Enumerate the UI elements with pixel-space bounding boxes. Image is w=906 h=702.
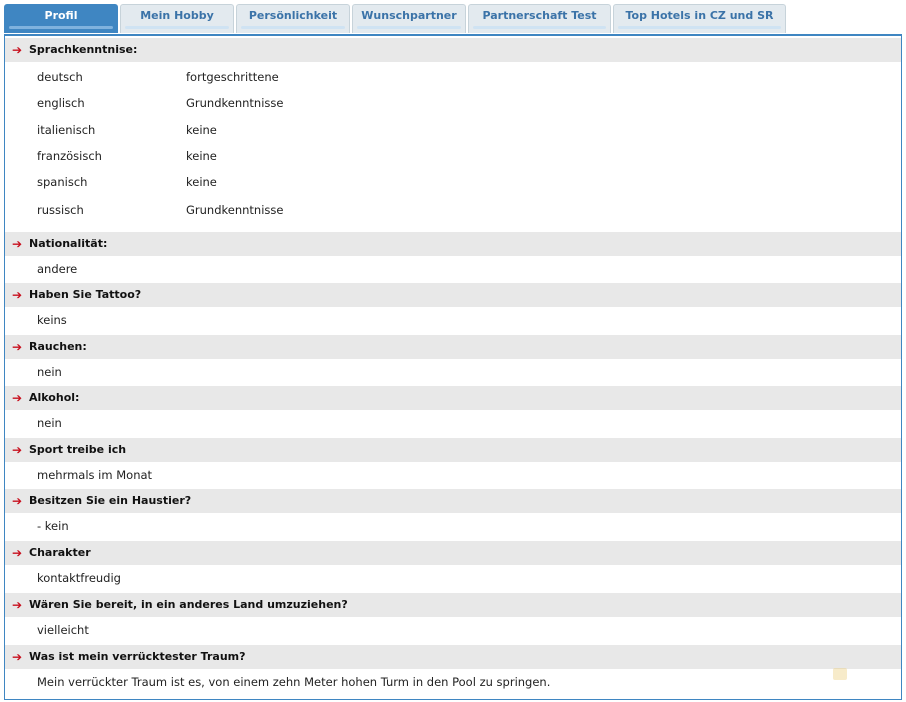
section-answer: Mein verrückter Traum ist es, von einem … <box>37 675 551 689</box>
language-level: keine <box>186 175 217 189</box>
section-answer: andere <box>37 262 78 276</box>
section-title: Sprachkenntnise: <box>29 43 138 56</box>
language-row: russisch Grundkenntnisse <box>5 197 901 224</box>
section-title: Besitzen Sie ein Haustier? <box>29 494 192 507</box>
language-name: englisch <box>37 96 85 110</box>
section-title: Charakter <box>29 546 91 559</box>
language-level: Grundkenntnisse <box>186 203 284 217</box>
section-answer: mehrmals im Monat <box>37 468 153 482</box>
section-header-nationalitaet: ➔ Nationalität: <box>5 232 901 256</box>
section-title: Rauchen: <box>29 340 87 353</box>
language-name: deutsch <box>37 70 83 84</box>
language-level: fortgeschrittene <box>186 70 279 84</box>
section-header-alkohol: ➔ Alkohol: <box>5 386 901 410</box>
language-row: französisch keine <box>5 143 901 170</box>
section-answer: nein <box>37 416 62 430</box>
arrow-icon: ➔ <box>12 288 23 302</box>
language-name: russisch <box>37 203 84 217</box>
language-row: spanisch keine <box>5 169 901 196</box>
section-header-haustier: ➔ Besitzen Sie ein Haustier? <box>5 489 901 513</box>
section-answer: kontaktfreudig <box>37 571 121 585</box>
tab-persoenlichkeit[interactable]: Persönlichkeit <box>236 4 350 33</box>
language-row: englisch Grundkenntnisse <box>5 90 901 117</box>
tab-profil[interactable]: Profil <box>4 4 118 33</box>
tab-partnerschaft-test[interactable]: Partnerschaft Test <box>468 4 611 33</box>
tab-mein-hobby[interactable]: Mein Hobby <box>120 4 234 33</box>
section-header-tattoo: ➔ Haben Sie Tattoo? <box>5 283 901 307</box>
profile-panel: ➔ Sprachkenntnise: deutsch fortgeschritt… <box>4 34 902 700</box>
language-name: italienisch <box>37 123 96 137</box>
section-header-charakter: ➔ Charakter <box>5 541 901 565</box>
section-title: Haben Sie Tattoo? <box>29 288 142 301</box>
section-answer: nein <box>37 365 62 379</box>
section-header-rauchen: ➔ Rauchen: <box>5 335 901 359</box>
section-answer: keins <box>37 313 67 327</box>
arrow-icon: ➔ <box>12 237 23 251</box>
section-title: Nationalität: <box>29 237 108 250</box>
section-header-sprachkenntnisse: ➔ Sprachkenntnise: <box>5 38 901 62</box>
section-title: Alkohol: <box>29 391 80 404</box>
arrow-icon: ➔ <box>12 546 23 560</box>
section-title: Sport treibe ich <box>29 443 127 456</box>
language-level: keine <box>186 149 217 163</box>
tab-top-hotels[interactable]: Top Hotels in CZ und SR <box>613 4 786 33</box>
watermark-logo <box>833 663 895 685</box>
language-level: keine <box>186 123 217 137</box>
language-row: deutsch fortgeschrittene <box>5 64 901 91</box>
watermark-icon <box>833 668 847 680</box>
arrow-icon: ➔ <box>12 494 23 508</box>
arrow-icon: ➔ <box>12 340 23 354</box>
arrow-icon: ➔ <box>12 391 23 405</box>
section-answer: vielleicht <box>37 623 89 637</box>
language-name: französisch <box>37 149 102 163</box>
section-title: Was ist mein verrücktester Traum? <box>29 650 246 663</box>
arrow-icon: ➔ <box>12 43 23 57</box>
arrow-icon: ➔ <box>12 650 23 664</box>
language-row: italienisch keine <box>5 117 901 144</box>
language-name: spanisch <box>37 175 88 189</box>
section-header-sport: ➔ Sport treibe ich <box>5 438 901 462</box>
language-level: Grundkenntnisse <box>186 96 284 110</box>
section-title: Wären Sie bereit, in ein anderes Land um… <box>29 598 348 611</box>
section-header-umziehen: ➔ Wären Sie bereit, in ein anderes Land … <box>5 593 901 617</box>
arrow-icon: ➔ <box>12 443 23 457</box>
section-header-traum: ➔ Was ist mein verrücktester Traum? <box>5 645 901 669</box>
arrow-icon: ➔ <box>12 598 23 612</box>
tab-wunschpartner[interactable]: Wunschpartner <box>352 4 466 33</box>
section-answer: - kein <box>37 519 69 533</box>
